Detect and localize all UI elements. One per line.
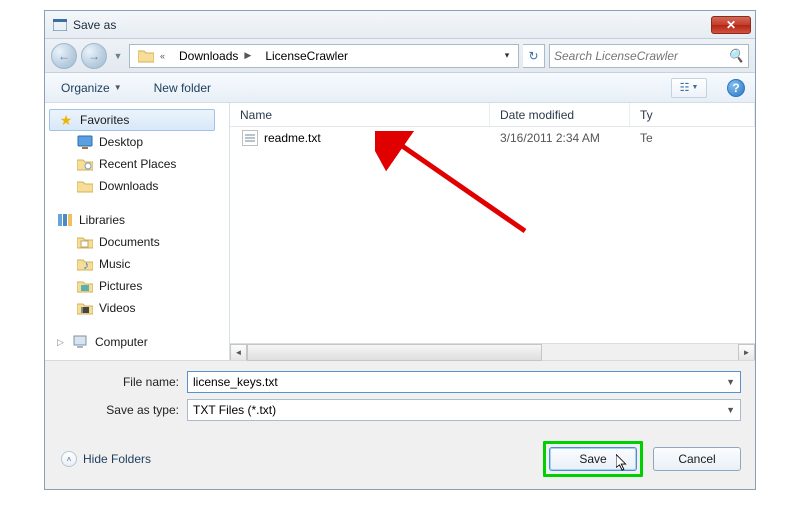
file-row[interactable]: readme.txt 3/16/2011 2:34 AM Te — [230, 127, 755, 149]
title-bar: Save as ✕ — [45, 11, 755, 39]
sidebar-item-downloads[interactable]: Downloads — [49, 175, 229, 197]
search-box[interactable]: 🔍 — [549, 44, 749, 68]
documents-icon — [77, 234, 93, 250]
column-header-type[interactable]: Ty — [630, 103, 755, 126]
breadcrumb-licensecrawler[interactable]: LicenseCrawler — [259, 45, 354, 67]
chevron-down-icon: ▼ — [691, 84, 698, 91]
svg-text:♪: ♪ — [83, 258, 89, 271]
sidebar-item-documents[interactable]: Documents — [49, 231, 229, 253]
breadcrumb-dropdown[interactable]: ▾ — [498, 50, 516, 61]
chevron-up-icon: ˄ — [61, 451, 77, 467]
file-date: 3/16/2011 2:34 AM — [500, 131, 640, 145]
nav-history-dropdown[interactable]: ▼ — [111, 51, 125, 61]
videos-icon — [77, 300, 93, 316]
filename-combobox[interactable]: ▼ — [187, 371, 741, 393]
file-name: readme.txt — [264, 131, 500, 145]
scroll-thumb[interactable] — [247, 344, 542, 361]
search-input[interactable] — [554, 49, 728, 63]
sidebar-favorites[interactable]: ★ Favorites — [49, 109, 215, 131]
close-icon: ✕ — [726, 18, 736, 32]
view-icon: ☷ — [680, 81, 690, 94]
file-list-pane: Name Date modified Ty readme.txt 3/16/20… — [230, 103, 755, 360]
chevron-right-icon: « — [158, 51, 167, 61]
sidebar-libraries[interactable]: Libraries — [49, 209, 229, 231]
forward-button[interactable]: → — [81, 43, 107, 69]
horizontal-scrollbar[interactable]: ◄ ► — [230, 343, 755, 360]
recent-places-icon — [77, 156, 93, 172]
sidebar-item-music[interactable]: ♪ Music — [49, 253, 229, 275]
filename-label: File name: — [59, 375, 179, 389]
expand-icon[interactable]: ▷ — [57, 337, 67, 348]
sidebar-item-desktop[interactable]: Desktop — [49, 131, 229, 153]
desktop-icon — [77, 134, 93, 150]
help-button[interactable]: ? — [727, 79, 745, 97]
window-icon — [53, 18, 67, 32]
sidebar-item-recent-places[interactable]: Recent Places — [49, 153, 229, 175]
toolbar: Organize ▼ New folder ☷ ▼ ? — [45, 73, 755, 103]
action-row: ˄ Hide Folders Save Cancel — [59, 441, 741, 477]
savetype-value: TXT Files (*.txt) — [193, 403, 726, 417]
sidebar-computer[interactable]: ▷ Computer — [49, 331, 229, 353]
savetype-combobox[interactable]: TXT Files (*.txt) ▼ — [187, 399, 741, 421]
chevron-down-icon[interactable]: ▼ — [726, 405, 735, 415]
organize-button[interactable]: Organize ▼ — [55, 78, 128, 98]
scroll-left-button[interactable]: ◄ — [230, 344, 247, 361]
save-button[interactable]: Save — [549, 447, 637, 471]
filename-row: File name: ▼ — [59, 371, 741, 393]
save-form: File name: ▼ Save as type: TXT Files (*.… — [45, 360, 755, 489]
cancel-button[interactable]: Cancel — [653, 447, 741, 471]
scroll-track[interactable] — [247, 344, 738, 361]
column-headers: Name Date modified Ty — [230, 103, 755, 127]
chevron-down-icon[interactable]: ▼ — [726, 377, 735, 387]
pictures-icon — [77, 278, 93, 294]
new-folder-button[interactable]: New folder — [148, 78, 217, 98]
view-options-button[interactable]: ☷ ▼ — [671, 78, 707, 98]
annotation-highlight: Save — [543, 441, 643, 477]
file-type: Te — [640, 131, 653, 145]
back-button[interactable]: ← — [51, 43, 77, 69]
computer-icon — [73, 334, 89, 350]
navigation-pane[interactable]: ★ Favorites Desktop Recent Places Downl — [45, 103, 230, 360]
search-icon: 🔍 — [728, 48, 744, 64]
folder-icon — [138, 48, 154, 64]
help-icon: ? — [732, 81, 739, 95]
libraries-icon — [57, 212, 73, 228]
window-title: Save as — [73, 18, 116, 32]
filename-input[interactable] — [193, 375, 726, 389]
sidebar-item-pictures[interactable]: Pictures — [49, 275, 229, 297]
breadcrumb-downloads[interactable]: Downloads ▶ — [173, 45, 259, 67]
arrow-left-icon: ← — [58, 49, 70, 63]
chevron-right-icon: ▶ — [242, 50, 253, 61]
arrow-right-icon: → — [88, 49, 100, 63]
text-file-icon — [242, 130, 258, 146]
refresh-icon: ↻ — [528, 49, 538, 63]
savetype-label: Save as type: — [59, 403, 179, 417]
breadcrumb-root[interactable]: « — [132, 45, 173, 67]
breadcrumb[interactable]: « Downloads ▶ LicenseCrawler ▾ — [129, 44, 519, 68]
close-button[interactable]: ✕ — [711, 16, 751, 34]
refresh-button[interactable]: ↻ — [523, 44, 545, 68]
column-header-name[interactable]: Name — [230, 103, 490, 126]
sidebar-item-videos[interactable]: Videos — [49, 297, 229, 319]
scroll-right-button[interactable]: ► — [738, 344, 755, 361]
body: ★ Favorites Desktop Recent Places Downl — [45, 103, 755, 360]
downloads-icon — [77, 178, 93, 194]
savetype-row: Save as type: TXT Files (*.txt) ▼ — [59, 399, 741, 421]
music-icon: ♪ — [77, 256, 93, 272]
hide-folders-button[interactable]: ˄ Hide Folders — [61, 451, 151, 467]
save-as-dialog: Save as ✕ ← → ▼ « Downloads ▶ Li — [44, 10, 756, 490]
column-header-date[interactable]: Date modified — [490, 103, 630, 126]
address-bar: ← → ▼ « Downloads ▶ LicenseCrawler ▾ ↻ — [45, 39, 755, 73]
chevron-down-icon: ▼ — [114, 83, 122, 92]
star-icon: ★ — [58, 112, 74, 128]
